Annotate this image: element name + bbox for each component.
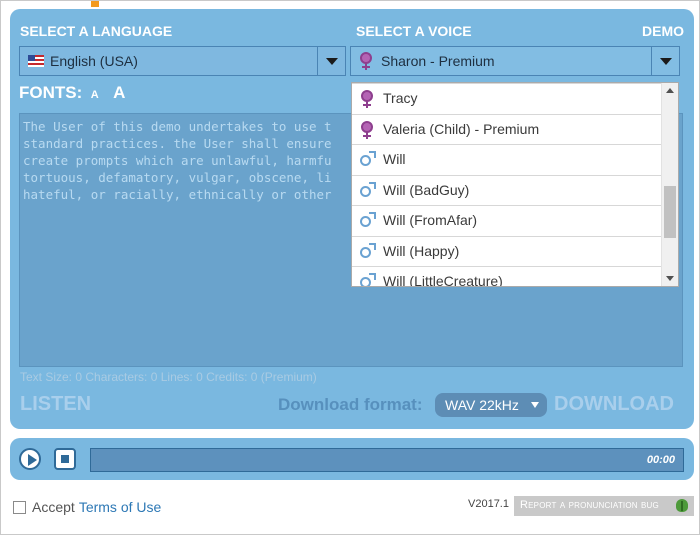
- list-item[interactable]: Will (Happy): [352, 237, 662, 267]
- stop-button[interactable]: [54, 448, 76, 470]
- female-icon: [360, 90, 374, 108]
- male-icon: [360, 212, 376, 228]
- accept-terms: Accept Terms of Use: [13, 499, 161, 515]
- language-dropdown-button[interactable]: [317, 47, 345, 75]
- select-voice-label: SELECT A VOICE: [356, 23, 472, 39]
- download-format-label: Download format:: [278, 395, 423, 414]
- playback-time: 00:00: [646, 454, 675, 466]
- terms-of-use-link[interactable]: Terms of Use: [79, 499, 161, 515]
- chevron-down-icon: [659, 57, 672, 65]
- playback-progress-bar[interactable]: 00:00: [90, 448, 684, 472]
- download-format-select[interactable]: WAV 22kHz: [435, 393, 547, 417]
- dropdown-scrollbar[interactable]: [661, 83, 678, 286]
- fonts-label: FONTS:: [19, 83, 83, 102]
- report-bug-label: Report a pronunciation bug: [520, 499, 659, 511]
- chevron-down-icon: [531, 402, 539, 408]
- download-format-value: WAV 22kHz: [445, 397, 519, 413]
- list-item[interactable]: Valeria (Child) - Premium: [352, 115, 662, 145]
- male-icon: [360, 242, 376, 259]
- accept-label: Accept: [32, 499, 75, 515]
- voice-select-value: Sharon - Premium: [381, 53, 495, 69]
- chevron-down-icon: [325, 57, 338, 65]
- language-select[interactable]: English (USA): [19, 46, 346, 76]
- text-status-line: Text Size: 0 Characters: 0 Lines: 0 Cred…: [20, 370, 317, 384]
- scroll-up-icon[interactable]: [666, 88, 674, 93]
- audio-player: 00:00: [10, 438, 694, 480]
- list-item[interactable]: Will (FromAfar): [352, 206, 662, 237]
- male-icon: [360, 151, 376, 167]
- report-bug-button[interactable]: Report a pronunciation bug: [514, 496, 694, 516]
- scroll-down-icon[interactable]: [666, 276, 674, 281]
- female-icon: [360, 120, 374, 139]
- stop-icon: [61, 455, 69, 463]
- voice-option-label: Will (BadGuy): [383, 181, 470, 198]
- us-flag-icon: [28, 55, 44, 67]
- voice-dropdown-button[interactable]: [651, 47, 679, 75]
- scrollbar-thumb[interactable]: [664, 186, 676, 238]
- female-icon: [359, 52, 373, 70]
- list-item[interactable]: Will: [352, 145, 662, 176]
- list-item[interactable]: Will (LittleCreature): [352, 267, 662, 287]
- font-large-button[interactable]: A: [113, 83, 125, 102]
- accept-terms-checkbox[interactable]: [13, 500, 26, 514]
- demo-label: DEMO: [642, 23, 684, 39]
- voice-option-label: Will (Happy): [383, 242, 460, 259]
- voice-select[interactable]: Sharon - Premium: [350, 46, 680, 76]
- language-select-value: English (USA): [50, 53, 138, 69]
- top-accent-tab: [91, 1, 99, 7]
- voice-option-label: Will (FromAfar): [383, 212, 478, 228]
- version-label: V2017.1: [468, 498, 509, 510]
- download-button[interactable]: DOWNLOAD: [554, 393, 674, 416]
- list-item[interactable]: Will (BadGuy): [352, 176, 662, 206]
- voice-option-label: Will: [383, 151, 406, 167]
- male-icon: [360, 181, 376, 198]
- voice-option-label: Valeria (Child) - Premium: [383, 120, 540, 137]
- listen-button[interactable]: LISTEN: [20, 393, 91, 416]
- voice-dropdown-list[interactable]: Tracy Valeria (Child) - Premium Will Wil…: [351, 82, 679, 287]
- bug-icon: [676, 499, 688, 512]
- list-item[interactable]: Tracy: [352, 84, 662, 115]
- select-language-label: SELECT A LANGUAGE: [20, 23, 173, 39]
- male-icon: [360, 273, 376, 286]
- fonts-row: FONTS: A A: [19, 83, 125, 103]
- voice-option-label: Tracy: [383, 90, 418, 106]
- play-icon: [28, 454, 37, 466]
- play-button[interactable]: [19, 448, 41, 470]
- font-small-button[interactable]: A: [91, 89, 99, 101]
- voice-option-label: Will (LittleCreature): [383, 273, 503, 287]
